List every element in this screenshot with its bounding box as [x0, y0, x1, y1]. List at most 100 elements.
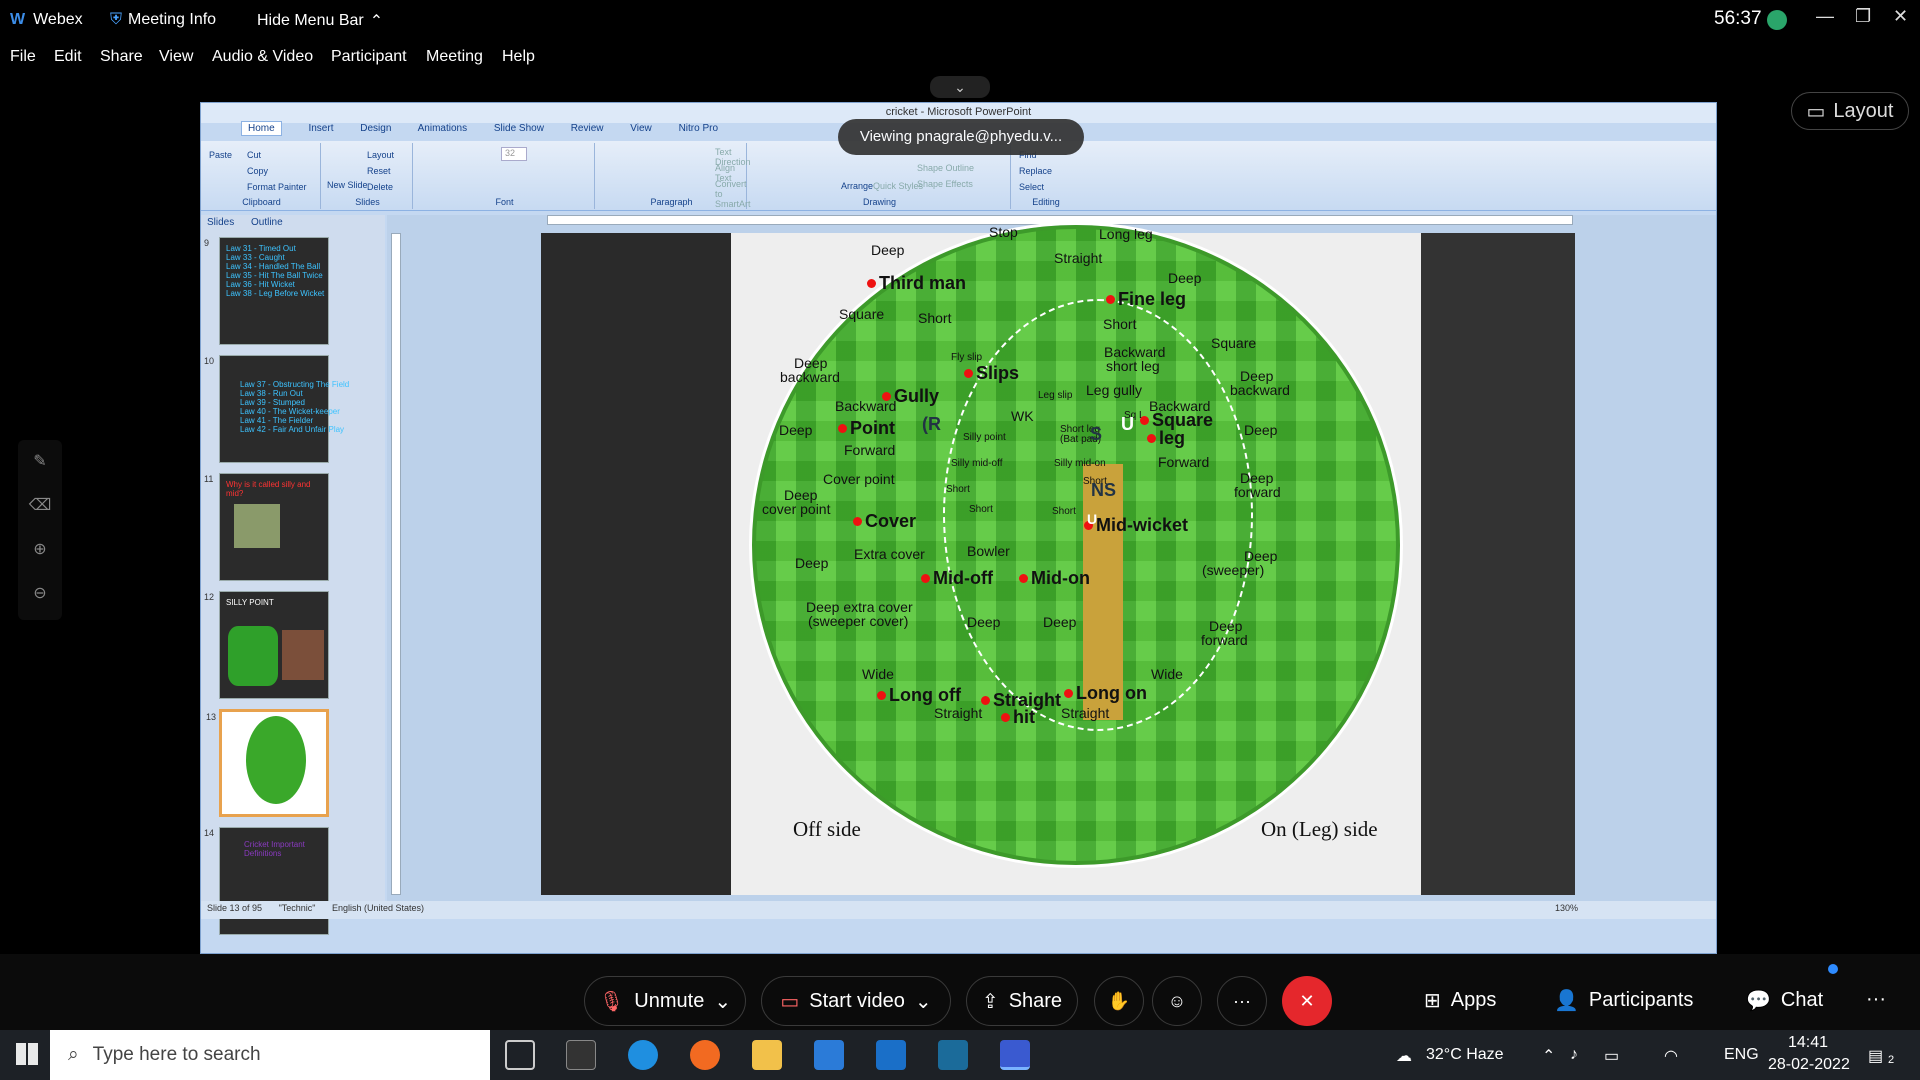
menu-audio-video[interactable]: Audio & Video	[212, 48, 313, 66]
zoom-in-icon[interactable]: ⊕	[18, 528, 62, 572]
fielding-position-label: Deep	[795, 555, 829, 571]
close-button[interactable]: ✕	[1893, 6, 1908, 27]
slide-thumbnail[interactable]: 11 Why is it called silly and mid?	[204, 473, 329, 581]
photos-icon[interactable]	[814, 1040, 844, 1070]
delete-button[interactable]: Delete	[367, 179, 393, 195]
taskbar-search[interactable]: ⌕ Type here to search	[50, 1030, 490, 1080]
tab-insert[interactable]: Insert	[308, 123, 333, 134]
fielding-position-label: hit	[1013, 707, 1035, 727]
slide-thumbnail[interactable]: 10 Law 37 - Obstructing The Field Law 38…	[204, 355, 349, 463]
task-view-icon[interactable]	[505, 1040, 535, 1070]
tab-design[interactable]: Design	[360, 123, 391, 134]
reactions-icon[interactable]: ☺	[1152, 976, 1202, 1026]
tab-outline[interactable]: Outline	[251, 217, 283, 228]
tab-view[interactable]: View	[630, 123, 652, 134]
terminal-icon[interactable]	[566, 1040, 596, 1070]
arrange-button[interactable]: Arrange	[841, 181, 873, 191]
menu-participant[interactable]: Participant	[331, 48, 407, 66]
unmute-button[interactable]: 🎙 Unmute ⌄	[584, 976, 746, 1026]
fielding-position-label: Deep	[871, 242, 905, 258]
clock-date[interactable]: 28-02-2022	[1768, 1056, 1850, 1074]
new-slide-button[interactable]: New Slide	[327, 177, 368, 193]
webex-taskbar-icon[interactable]	[1000, 1040, 1030, 1070]
weather-text[interactable]: 32°C Haze	[1426, 1046, 1504, 1064]
slide-thumbnail-selected[interactable]: 13	[206, 709, 329, 817]
firefox-icon[interactable]	[690, 1040, 720, 1070]
current-slide[interactable]: Deep Stop Long leg Straight Deep Third man Fin…	[541, 225, 1575, 895]
restore-button[interactable]: ❐	[1855, 6, 1871, 27]
slide-thumbnail[interactable]: 12 SILLY POINT	[204, 591, 329, 699]
tab-animations[interactable]: Animations	[418, 123, 467, 134]
slide-thumbnail[interactable]: 9 Law 31 - Timed Out Law 33 - Caught Law…	[204, 237, 329, 345]
mail-icon[interactable]	[876, 1040, 906, 1070]
chevron-down-icon[interactable]: ⌄	[915, 989, 932, 1014]
menu-help[interactable]: Help	[502, 48, 535, 66]
fielder-dot	[1019, 574, 1028, 583]
format-painter-button[interactable]: Format Painter	[247, 179, 307, 195]
umpire-marker: U	[1087, 511, 1098, 527]
tab-home[interactable]: Home	[241, 121, 282, 136]
font-size-box[interactable]: 32	[501, 147, 527, 161]
battery-icon[interactable]: ▭	[1604, 1046, 1619, 1066]
fielding-position-label: Point	[850, 418, 895, 438]
notifications-icon[interactable]: ▤	[1868, 1046, 1883, 1066]
participants-button[interactable]: 👤 Participants	[1554, 988, 1693, 1013]
hidden-icons-chevron-icon[interactable]: ⌃	[1542, 1046, 1555, 1066]
edge-browser-icon[interactable]	[628, 1040, 658, 1070]
volume-icon[interactable]: ♪	[1570, 1046, 1578, 1064]
network-signal-icon[interactable]	[1767, 10, 1787, 30]
fielding-position-label: Silly mid-on	[1054, 458, 1106, 469]
meeting-info-button[interactable]: ⛨ Meeting Info	[110, 11, 216, 29]
raise-hand-icon[interactable]: ✋	[1094, 976, 1144, 1026]
select-button[interactable]: Select	[1019, 179, 1073, 195]
zoom-out-icon[interactable]: ⊖	[18, 572, 62, 616]
menu-share[interactable]: Share	[100, 48, 143, 66]
more-controls-icon[interactable]: ···	[1866, 988, 1886, 1011]
fielding-position-label: short leg	[1106, 358, 1160, 374]
clock-time[interactable]: 14:41	[1788, 1034, 1828, 1052]
file-explorer-icon[interactable]	[752, 1040, 782, 1070]
annotate-pen-icon[interactable]: ✎	[18, 440, 62, 484]
share-button[interactable]: ⇪ Share	[966, 976, 1078, 1026]
windows-start-icon[interactable]	[16, 1043, 38, 1065]
group-clipboard: Paste Cut Copy Format Painter Clipboard	[203, 143, 321, 209]
start-video-button[interactable]: ▭ Start video ⌄	[761, 976, 951, 1026]
copy-button[interactable]: Copy	[247, 163, 268, 179]
thumb-text: Why is it called silly and mid?	[226, 480, 311, 498]
cut-button[interactable]: Cut	[247, 147, 261, 163]
collapse-toggle-chevron-down-icon[interactable]: ⌄	[930, 76, 990, 98]
eraser-icon[interactable]: ⌫	[18, 484, 62, 528]
search-icon: ⌕	[68, 1044, 79, 1065]
replace-button[interactable]: Replace	[1019, 163, 1073, 179]
shape-effects-button[interactable]: Shape Effects	[917, 179, 973, 189]
microphone-muted-icon: 🎙	[598, 990, 625, 1013]
menu-edit[interactable]: Edit	[54, 48, 82, 66]
tab-slide-show[interactable]: Slide Show	[494, 123, 544, 134]
reset-button[interactable]: Reset	[367, 163, 391, 179]
hide-menu-bar-button[interactable]: Hide Menu Bar ⌃	[257, 11, 383, 31]
fielding-position-label: Mid-on	[1031, 568, 1090, 588]
more-options-icon[interactable]: ···	[1217, 976, 1267, 1026]
menu-meeting[interactable]: Meeting	[426, 48, 483, 66]
tab-slides[interactable]: Slides	[207, 217, 234, 228]
app-icon[interactable]	[938, 1040, 968, 1070]
tab-review[interactable]: Review	[571, 123, 604, 134]
end-meeting-button[interactable]: ✕	[1282, 976, 1332, 1026]
menu-view[interactable]: View	[159, 48, 193, 66]
tab-nitro-pro[interactable]: Nitro Pro	[679, 123, 718, 134]
shape-outline-button[interactable]: Shape Outline	[917, 163, 974, 173]
layout-button[interactable]: ▭ Layout	[1791, 92, 1909, 130]
minimize-button[interactable]: —	[1816, 6, 1834, 27]
zoom-level[interactable]: 130%	[1555, 903, 1578, 913]
apps-button[interactable]: ⊞ Apps	[1424, 988, 1496, 1013]
language-indicator[interactable]: ENG	[1724, 1046, 1759, 1064]
paste-button[interactable]: Paste	[209, 147, 314, 163]
quick-styles-button[interactable]: Quick Styles	[873, 181, 923, 191]
chevron-down-icon[interactable]: ⌄	[714, 989, 731, 1014]
wifi-icon[interactable]: ◠	[1664, 1046, 1678, 1066]
weather-icon[interactable]: ☁	[1396, 1046, 1412, 1066]
chat-button[interactable]: 💬 Chat	[1746, 988, 1823, 1013]
layout-dropdown[interactable]: Layout	[367, 147, 394, 163]
menu-file[interactable]: File	[10, 48, 36, 66]
webex-app-menu[interactable]: W Webex	[10, 11, 83, 29]
